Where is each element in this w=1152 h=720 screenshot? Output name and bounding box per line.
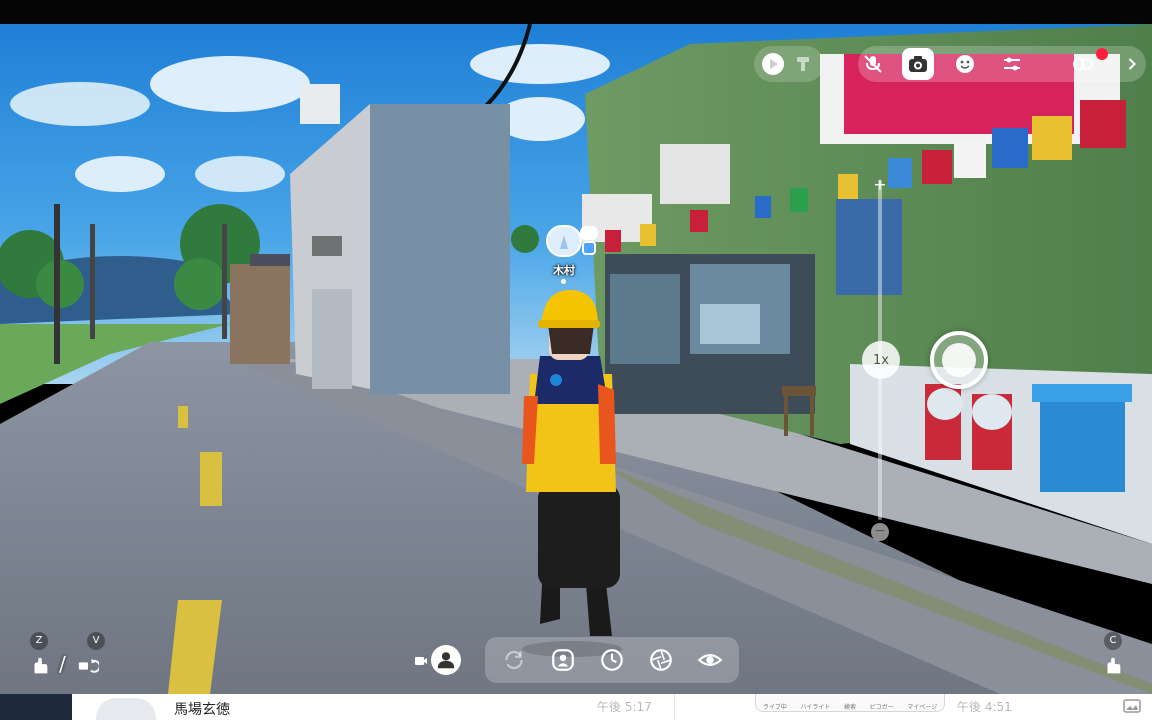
background-app-strip: 馬場玄徳 午後 5:17 ライブ中 ハイライト 検索 ピコガー マイページ 午後… (0, 694, 1152, 720)
gesture-hand-icon[interactable] (1101, 654, 1125, 678)
record-icon[interactable] (1067, 48, 1099, 80)
control-separator: / (59, 652, 66, 676)
eye-icon[interactable] (695, 645, 725, 675)
play-icon[interactable] (757, 48, 789, 80)
background-app-sidebar (0, 694, 72, 720)
key-hint-z: Z (30, 632, 48, 650)
camera-icon[interactable] (902, 48, 934, 80)
thumb-tab: 検索 (843, 704, 856, 711)
message-time-1: 午後 5:17 (597, 700, 652, 714)
zoom-out-icon[interactable]: − (871, 523, 889, 541)
thumb-tab: ライブ中 (762, 704, 787, 711)
key-hint-c: C (1104, 632, 1122, 650)
column-divider (674, 694, 675, 720)
sender-name: 馬場玄徳 (174, 702, 230, 718)
thumb-tab: マイページ (907, 704, 938, 711)
sliders-icon[interactable] (996, 48, 1028, 80)
thumbnail-tab-bar: ライブ中 ハイライト 検索 ピコガー マイページ (755, 694, 945, 712)
key-hint-v: V (87, 632, 105, 650)
sender-avatar (96, 698, 156, 720)
emote-hand-icon[interactable] (28, 654, 52, 678)
camera-switch-icon[interactable] (76, 654, 100, 678)
shutter-button[interactable] (930, 331, 988, 389)
zoom-slider-knob[interactable]: 1x (862, 341, 900, 379)
rotate-icon[interactable] (499, 645, 529, 675)
player-avatar (546, 225, 582, 257)
player-nameplate[interactable] (546, 225, 602, 257)
zoom-in-icon[interactable]: + (871, 176, 889, 194)
brush-icon[interactable] (787, 48, 819, 80)
portrait-icon[interactable] (548, 645, 578, 675)
thumb-tab: ハイライト (800, 704, 831, 711)
top-letterbox (0, 0, 1152, 24)
message-time-2: 午後 4:51 (957, 700, 1012, 714)
face-icon[interactable] (949, 48, 981, 80)
player-marker-dot (561, 279, 566, 284)
chevron-right-icon[interactable] (1122, 48, 1142, 80)
image-icon (1123, 698, 1141, 714)
avatar-mode-icon[interactable] (431, 645, 461, 675)
thumb-tab: ピコガー (869, 704, 894, 711)
notification-dot (1096, 48, 1108, 60)
aperture-icon[interactable] (646, 645, 676, 675)
mic-status-icon (580, 226, 598, 240)
timer-icon[interactable] (597, 645, 627, 675)
camera-status-icon (582, 241, 596, 255)
player-name: 木村 (553, 264, 575, 277)
video-mode-icon[interactable] (414, 653, 428, 667)
mic-off-icon[interactable] (857, 48, 889, 80)
